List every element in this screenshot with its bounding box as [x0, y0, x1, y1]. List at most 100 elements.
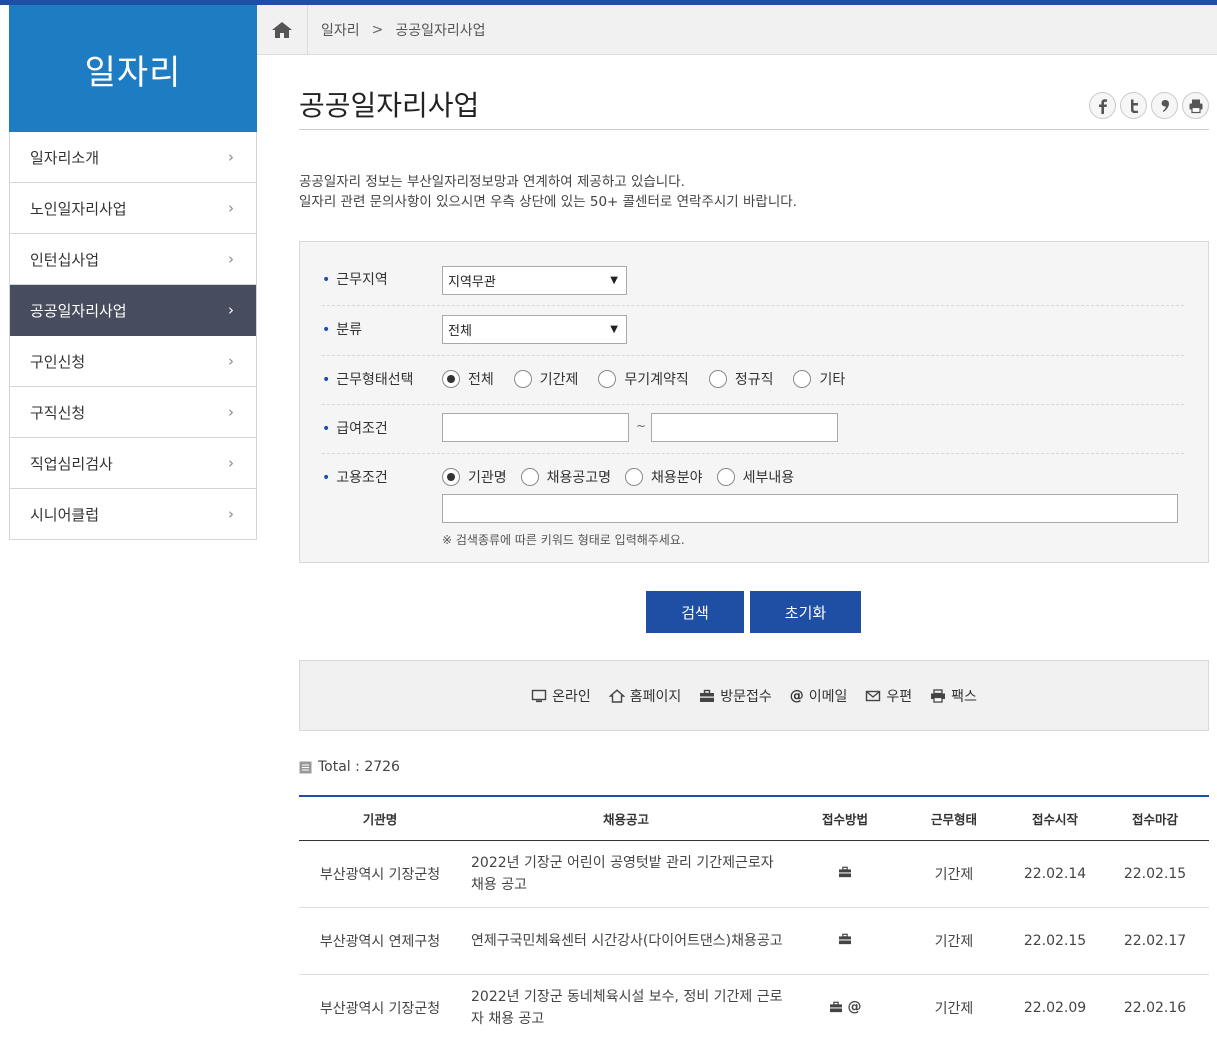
legend-label: 방문접수 — [720, 688, 772, 705]
cell-org: 부산광역시 기장군청 — [299, 840, 461, 908]
twitter-icon — [1130, 99, 1138, 113]
radio-label: 채용공고명 — [546, 470, 612, 486]
facebook-share-button[interactable] — [1089, 92, 1116, 119]
briefcase-icon — [829, 1001, 842, 1012]
sidebar-item-job-seek[interactable]: 구직신청 › — [10, 387, 256, 438]
kakao-icon — [1161, 99, 1169, 112]
salary-max-input[interactable] — [651, 413, 838, 442]
worktype-radio-all[interactable]: 전체 — [442, 369, 494, 389]
breadcrumb-item-current: 공공일자리사업 — [395, 22, 486, 39]
worktype-radio-other[interactable]: 기타 — [793, 369, 845, 389]
column-header-end: 접수마감 — [1101, 795, 1209, 841]
reset-button[interactable]: 초기화 — [750, 591, 861, 633]
cell-title-link[interactable]: 2022년 기장군 동네체육시설 보수, 정비 기간제 근로자 채용 공고 — [461, 974, 791, 1037]
briefcase-icon — [839, 866, 851, 877]
table-row[interactable]: 부산광역시 기장군청 2022년 기장군 어린이 공영텃밭 관리 기간제근로자 … — [299, 840, 1209, 908]
radio-label: 세부내용 — [742, 470, 795, 486]
legend-label: 팩스 — [951, 688, 977, 705]
keyword-type-radio-group: 기관명 채용공고명 채용분야 세부내용 — [442, 467, 814, 487]
region-select[interactable]: 지역무관 ▼ — [442, 266, 627, 295]
cell-worktype: 기간제 — [934, 1000, 974, 1017]
table-header-row: 기관명 채용공고 접수방법 근무형태 접수시작 접수마감 — [299, 795, 1209, 841]
list-icon — [299, 761, 312, 774]
chevron-right-icon: › — [228, 199, 234, 217]
keyword-input[interactable] — [442, 494, 1178, 523]
worktype-radio-indefinite[interactable]: 무기계약직 — [598, 369, 689, 389]
application-method-legend: 온라인 홈페이지 방문접수 @ 이메일 우편 팩스 — [299, 660, 1209, 731]
sidebar-menu: 일자리소개 › 노인일자리사업 › 인턴십사업 › 공공일자리사업 › 구인신청 › 구직… — [9, 132, 257, 540]
search-row-salary: 급여조건 ~ — [322, 405, 1184, 454]
legend-email: @ 이메일 — [790, 686, 848, 706]
briefcase-icon — [699, 689, 715, 703]
worktype-radio-regular[interactable]: 정규직 — [708, 369, 773, 389]
radio-circle — [513, 370, 532, 388]
sidebar-item-label: 인턴십사업 — [30, 250, 100, 269]
facebook-icon — [1098, 98, 1107, 114]
cell-start: 22.02.14 — [1009, 840, 1101, 908]
print-button[interactable] — [1182, 92, 1209, 119]
salary-range-tilde: ~ — [636, 419, 647, 433]
chevron-down-icon: ▼ — [610, 275, 618, 286]
radio-circle — [598, 370, 617, 388]
cell-end: 22.02.17 — [1101, 907, 1209, 975]
briefcase-icon — [839, 933, 851, 944]
worktype-label: 근무형태선택 — [322, 369, 413, 389]
sidebar-item-senior-club[interactable]: 시니어클럽 › — [10, 489, 256, 540]
legend-label: 온라인 — [552, 688, 591, 705]
cell-worktype: 기간제 — [899, 907, 1009, 975]
breadcrumb-item-jobs[interactable]: 일자리 — [321, 20, 360, 40]
legend-label: 이메일 — [808, 688, 848, 705]
category-select-value: 전체 — [448, 324, 472, 339]
column-header-org: 기관명 — [299, 795, 461, 841]
kakao-share-button[interactable] — [1151, 92, 1178, 119]
table-row[interactable]: 부산광역시 연제구청 연제구국민체육센터 시간강사(다이어트댄스)채용공고 기간… — [299, 907, 1209, 975]
chevron-right-icon: › — [228, 505, 234, 523]
worktype-radio-fixed-term[interactable]: 기간제 — [513, 369, 579, 389]
cell-start: 22.02.15 — [1009, 907, 1101, 975]
sidebar-item-job-intro[interactable]: 일자리소개 › — [10, 132, 256, 183]
cell-end: 22.02.16 — [1123, 999, 1187, 1016]
cell-method: @ — [791, 974, 899, 1037]
twitter-share-button[interactable] — [1120, 92, 1147, 119]
radio-label: 기간제 — [539, 372, 579, 388]
keyword-radio-title[interactable]: 채용공고명 — [520, 467, 612, 487]
cell-title-link[interactable]: 연제구국민체육센터 시간강사(다이어트댄스)채용공고 — [461, 907, 791, 975]
keyword-radio-detail[interactable]: 세부내용 — [716, 467, 795, 487]
total-count: Total : 2726 — [299, 759, 400, 775]
region-label: 근무지역 — [322, 269, 388, 289]
search-button[interactable]: 검색 — [646, 591, 744, 633]
category-select[interactable]: 전체 ▼ — [442, 315, 627, 344]
search-row-worktype: 근무형태선택 전체 기간제 무기계약직 정규직 기타 — [322, 356, 1184, 405]
radio-circle — [625, 468, 644, 486]
radio-label: 기관명 — [468, 470, 507, 486]
keyword-hint: ※ 검색종류에 따른 키워드 형태로 입력해주세요. — [442, 533, 685, 547]
home-outline-icon — [608, 688, 625, 703]
cell-worktype: 기간제 — [899, 840, 1009, 908]
chevron-right-icon: › — [228, 454, 234, 472]
chevron-right-icon: › — [228, 403, 234, 421]
search-row-keyword: 고용조건 기관명 채용공고명 채용분야 세부내용 ※ 검색종류에 따른 키워드 … — [322, 454, 1184, 554]
cell-method — [791, 907, 899, 975]
printer-icon — [930, 688, 946, 703]
sidebar-item-aptitude-test[interactable]: 직업심리검사 › — [10, 438, 256, 489]
salary-min-input[interactable] — [442, 413, 629, 442]
page-title: 공공일자리사업 — [299, 89, 480, 122]
keyword-radio-field[interactable]: 채용분야 — [625, 467, 703, 487]
chevron-right-icon: › — [228, 352, 234, 370]
sidebar-item-senior-jobs[interactable]: 노인일자리사업 › — [10, 183, 256, 234]
sidebar-item-public-jobs[interactable]: 공공일자리사업 › — [10, 285, 256, 336]
home-button[interactable] — [257, 4, 308, 55]
chevron-down-icon: ▼ — [610, 324, 618, 335]
legend-post: 우편 — [865, 686, 912, 706]
table-row[interactable]: 부산광역시 기장군청 2022년 기장군 동네체육시설 보수, 정비 기간제 근… — [299, 974, 1209, 1037]
sidebar-item-internship[interactable]: 인턴십사업 › — [10, 234, 256, 285]
legend-label: 우편 — [886, 688, 913, 705]
radio-circle — [520, 468, 539, 486]
legend-homepage: 홈페이지 — [608, 686, 681, 706]
sidebar-item-job-offer[interactable]: 구인신청 › — [10, 336, 256, 387]
sidebar-item-label: 구인신청 — [30, 352, 86, 371]
keyword-radio-org[interactable]: 기관명 — [442, 467, 507, 487]
sidebar-item-label: 일자리소개 — [30, 148, 100, 167]
column-header-method: 접수방법 — [791, 795, 899, 841]
cell-title-link[interactable]: 2022년 기장군 어린이 공영텃밭 관리 기간제근로자 채용 공고 — [461, 840, 791, 908]
